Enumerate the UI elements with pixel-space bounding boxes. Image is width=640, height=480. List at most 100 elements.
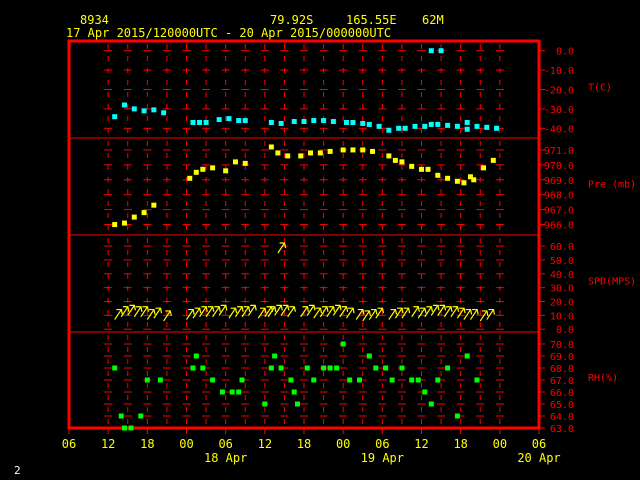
temp-point [484, 124, 490, 130]
rh-point [383, 365, 389, 371]
x-tick-label: 06 [375, 437, 389, 451]
x-tick-label: 00 [493, 437, 507, 451]
pres-point [268, 144, 274, 150]
pres-point [340, 147, 346, 153]
pres-point [454, 178, 460, 184]
rh-point [236, 389, 242, 395]
y-tick-label: 66.0 [550, 388, 574, 399]
y-tick-label: 30.0 [550, 284, 574, 295]
panel-label-wind: SPD(MPS) [588, 277, 636, 288]
rh-point [474, 377, 480, 383]
x-tick-label: 12 [101, 437, 115, 451]
x-tick-label: 00 [336, 437, 350, 451]
pres-point [392, 157, 398, 163]
x-date-label: 20 Apr [517, 451, 560, 465]
y-tick-label: 969.0 [544, 176, 574, 187]
temp-point [151, 107, 157, 113]
x-tick-label: 18 [140, 437, 154, 451]
x-tick-label: 00 [179, 437, 193, 451]
x-tick-label: 06 [218, 437, 232, 451]
rh-point [399, 365, 405, 371]
pres-point [308, 150, 314, 156]
pres-point [350, 147, 356, 153]
rh-point [327, 365, 333, 371]
rh-point [464, 353, 470, 359]
rh-point [454, 413, 460, 419]
rh-point [210, 377, 216, 383]
y-tick-label: 60.0 [550, 242, 574, 253]
temp-point [131, 106, 137, 112]
pres-point [275, 150, 281, 156]
rh-point [278, 365, 284, 371]
y-tick-label: 64.0 [550, 412, 574, 423]
temp-point [321, 118, 327, 124]
pres-point [386, 153, 392, 159]
rh-point [262, 401, 268, 407]
y-tick-label: 70.0 [550, 340, 574, 351]
x-tick-label: 18 [297, 437, 311, 451]
temp-point [412, 123, 418, 129]
temp-point [494, 125, 500, 131]
y-tick-label: 967.0 [544, 206, 574, 217]
y-tick-label: 69.0 [550, 352, 574, 363]
rh-point [128, 425, 134, 431]
wind-arrow [355, 309, 364, 320]
y-tick-label: 968.0 [544, 191, 574, 202]
pres-point [399, 159, 405, 165]
rh-point [311, 377, 317, 383]
y-tick-label: 40.0 [550, 270, 574, 281]
pres-point [141, 210, 147, 216]
panel-label-pres: Pre (mb) [588, 180, 636, 191]
temp-point [438, 48, 444, 54]
y-tick-label: 970.0 [544, 161, 574, 172]
pres-point [112, 222, 118, 228]
temp-point [435, 121, 441, 127]
rh-point [409, 377, 415, 383]
rh-point [219, 389, 225, 395]
wind-arrow [388, 309, 397, 320]
rh-point [340, 341, 346, 347]
temp-point [360, 120, 366, 126]
rh-point [268, 365, 274, 371]
y-tick-label: 10.0 [550, 311, 574, 322]
temp-point [343, 119, 349, 125]
x-tick-label: 12 [258, 437, 272, 451]
rh-point [291, 389, 297, 395]
pres-point [481, 165, 487, 171]
panel-label-rh: RH(%) [588, 373, 618, 384]
temp-point [301, 119, 307, 125]
y-tick-label: 0.0 [556, 325, 574, 336]
temp-point [190, 119, 196, 125]
wind-arrow [186, 309, 194, 320]
rh-point [334, 365, 340, 371]
pres-point [151, 202, 157, 208]
page-number: 2 [14, 464, 21, 477]
temp-point [474, 123, 480, 129]
wind-arrow [114, 309, 122, 320]
rh-point [356, 377, 362, 383]
rh-point [112, 365, 118, 371]
rh-point [347, 377, 353, 383]
y-tick-label: -40.0 [544, 124, 574, 135]
meteogram-chart: 0.0 -10.0 -20.0 -30.0 -40.0 T(C) 971.0 970.0 969… [62, 39, 636, 465]
pres-point [425, 166, 431, 172]
x-tick-label: 06 [532, 437, 546, 451]
y-tick-label: 67.0 [550, 376, 574, 387]
temp-point [396, 125, 402, 131]
pres-point [200, 166, 206, 172]
temp-point [376, 123, 382, 129]
panel-label-temp: T(C) [588, 83, 612, 94]
pres-point [327, 148, 333, 154]
temp-point [141, 108, 147, 114]
temp-point [203, 119, 209, 125]
pres-point [298, 153, 304, 159]
rh-point [422, 389, 428, 395]
y-tick-label: 50.0 [550, 256, 574, 267]
y-tick-label: 966.0 [544, 221, 574, 232]
pres-point [445, 175, 451, 181]
pres-point [285, 153, 291, 159]
x-date-label: 19 Apr [361, 451, 404, 465]
pres-point [317, 150, 323, 156]
rh-point [157, 377, 163, 383]
temp-point [226, 116, 232, 122]
